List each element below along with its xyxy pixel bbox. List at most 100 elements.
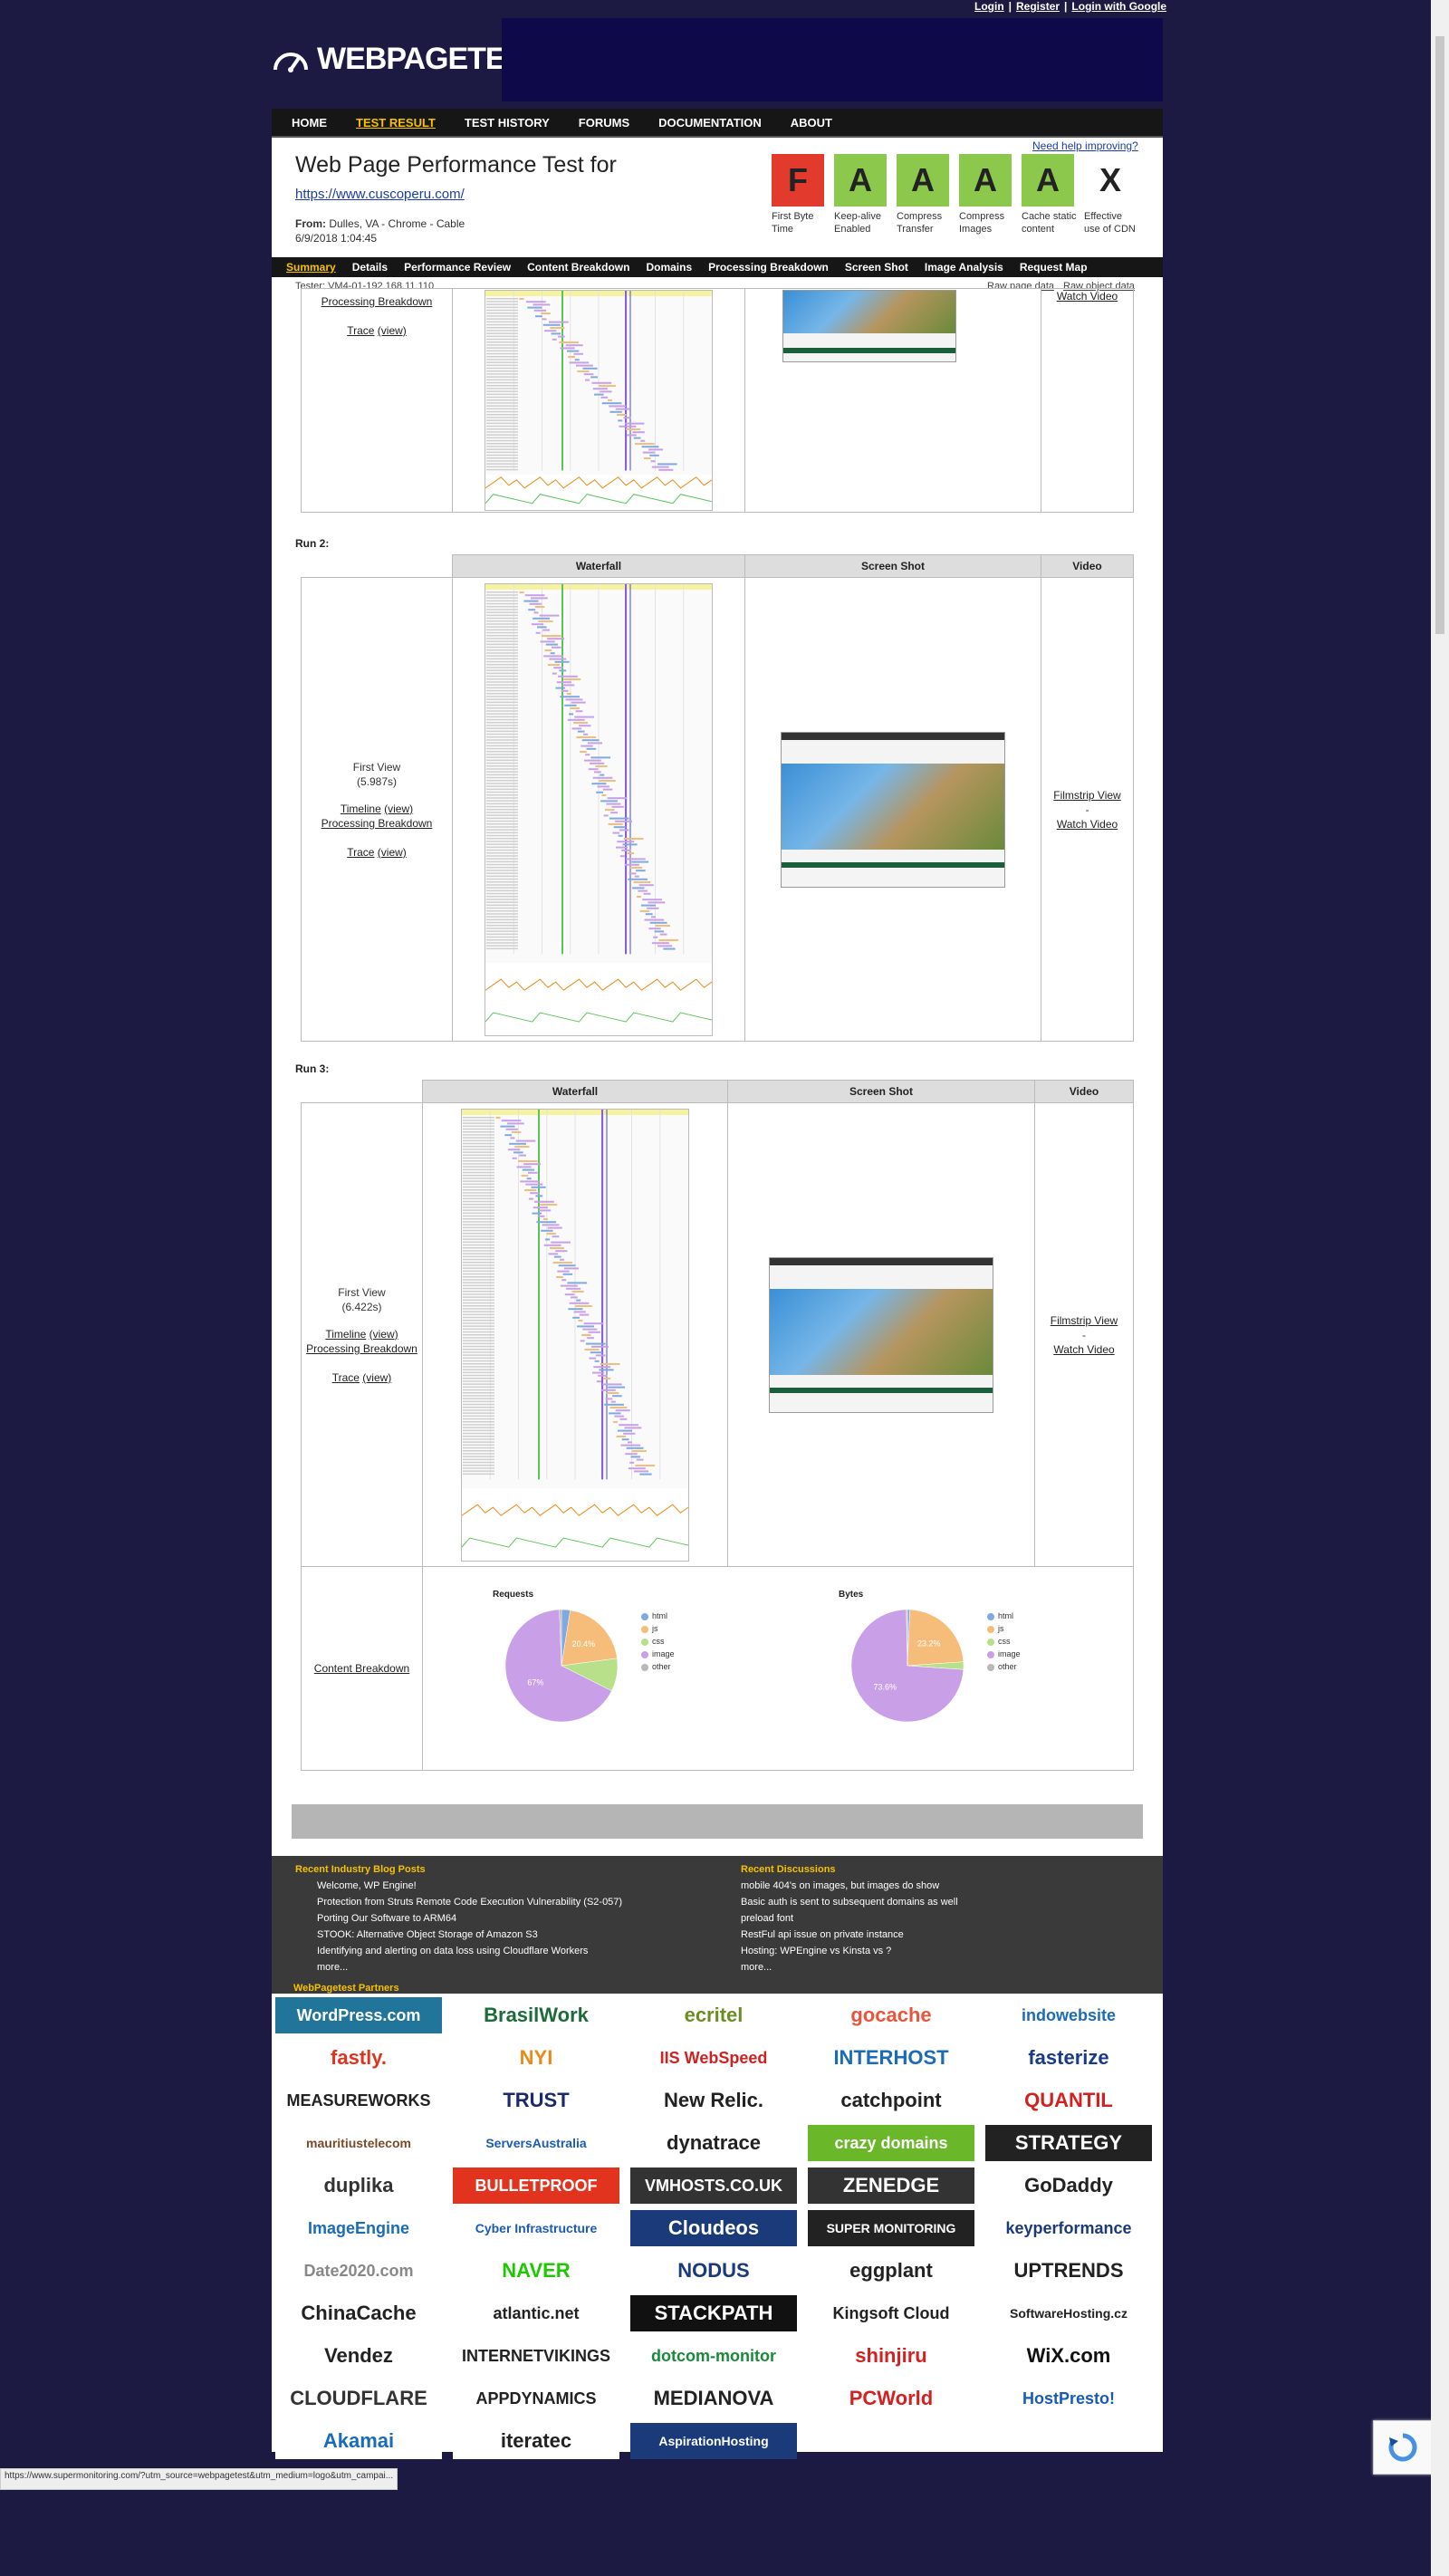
partner-logo[interactable]: Cloudeos bbox=[630, 2210, 797, 2246]
partner-logo[interactable]: Date2020.com bbox=[275, 2253, 442, 2289]
partner-logo[interactable]: MEASUREWORKS bbox=[275, 2082, 442, 2119]
run1-trace-link[interactable]: Trace bbox=[347, 324, 374, 337]
nav-forums[interactable]: FORUMS bbox=[579, 116, 629, 130]
partner-logo[interactable]: fastly. bbox=[275, 2040, 442, 2076]
partner-logo[interactable]: SoftwareHosting.cz bbox=[985, 2295, 1152, 2331]
register-link[interactable]: Register bbox=[1016, 0, 1060, 13]
run2-filmstrip-link[interactable]: Filmstrip View bbox=[1042, 788, 1132, 803]
blog-post-link[interactable]: Identifying and alerting on data loss us… bbox=[317, 1943, 622, 1959]
partner-logo[interactable]: ChinaCache bbox=[275, 2295, 442, 2331]
blog-post-link[interactable]: Porting Our Software to ARM64 bbox=[317, 1910, 622, 1927]
scrollbar-thumb[interactable] bbox=[1435, 36, 1444, 634]
partner-logo[interactable]: dynatrace bbox=[630, 2125, 797, 2161]
grade-keep-alive[interactable]: A Keep-alive Enabled bbox=[834, 154, 890, 235]
nav-about[interactable]: ABOUT bbox=[791, 116, 832, 130]
run1-processing-link[interactable]: Processing Breakdown bbox=[302, 294, 451, 309]
run2-watch-video-link[interactable]: Watch Video bbox=[1042, 817, 1132, 831]
partner-logo[interactable]: GoDaddy bbox=[985, 2167, 1152, 2204]
nav-documentation[interactable]: DOCUMENTATION bbox=[658, 116, 762, 130]
discussion-link[interactable]: RestFul api issue on private instance bbox=[741, 1927, 958, 1943]
partner-logo[interactable]: WordPress.com bbox=[275, 1997, 442, 2033]
blog-post-link[interactable]: STOOK: Alternative Object Storage of Ama… bbox=[317, 1927, 622, 1943]
partner-logo[interactable]: BULLETPROOF bbox=[453, 2167, 619, 2204]
grade-cdn[interactable]: X Effective use of CDN bbox=[1084, 154, 1140, 235]
tab-request-map[interactable]: Request Map bbox=[1020, 261, 1088, 274]
run2-screenshot[interactable] bbox=[781, 731, 1005, 888]
nav-home[interactable]: HOME bbox=[292, 116, 327, 130]
tab-performance-review[interactable]: Performance Review bbox=[404, 261, 511, 274]
partner-logo[interactable]: CLOUDFLARE bbox=[275, 2380, 442, 2417]
run2-trace-view-link[interactable]: (view) bbox=[378, 846, 407, 859]
grade-compress-images[interactable]: A Compress Images bbox=[959, 154, 1015, 235]
partner-logo[interactable]: NYI bbox=[453, 2040, 619, 2076]
run3-screenshot[interactable] bbox=[769, 1256, 993, 1413]
vertical-scrollbar[interactable] bbox=[1431, 0, 1449, 2576]
partner-logo[interactable]: gocache bbox=[808, 1997, 974, 2033]
partner-logo[interactable]: MEDIANOVA bbox=[630, 2380, 797, 2417]
partner-logo[interactable]: HostPresto! bbox=[985, 2380, 1152, 2417]
partner-logo[interactable]: NODUS bbox=[630, 2253, 797, 2289]
partner-logo[interactable]: ZENEDGE bbox=[808, 2167, 974, 2204]
tab-image-analysis[interactable]: Image Analysis bbox=[925, 261, 1003, 274]
partner-logo[interactable]: UPTRENDS bbox=[985, 2253, 1152, 2289]
partner-logo[interactable]: fasterize bbox=[985, 2040, 1152, 2076]
partner-logo[interactable]: keyperformance bbox=[985, 2210, 1152, 2246]
partner-logo[interactable]: VMHOSTS.CO.UK bbox=[630, 2167, 797, 2204]
login-link[interactable]: Login bbox=[974, 0, 1004, 13]
run3-waterfall-chart[interactable] bbox=[461, 1108, 689, 1562]
partner-logo[interactable]: eggplant bbox=[808, 2253, 974, 2289]
partner-logo[interactable]: atlantic.net bbox=[453, 2295, 619, 2331]
grade-compress-transfer[interactable]: A Compress Transfer bbox=[897, 154, 953, 235]
partner-logo[interactable]: IIS WebSpeed bbox=[630, 2040, 797, 2076]
partner-logo[interactable]: Akamai bbox=[275, 2423, 442, 2459]
tested-url-link[interactable]: https://www.cuscoperu.com/ bbox=[295, 187, 465, 202]
discussion-link[interactable]: Basic auth is sent to subsequent domains… bbox=[741, 1894, 958, 1910]
partner-logo[interactable]: AspirationHosting bbox=[630, 2423, 797, 2459]
run2-processing-link[interactable]: Processing Breakdown bbox=[302, 816, 451, 831]
partner-logo[interactable]: INTERNETVIKINGS bbox=[453, 2338, 619, 2374]
partner-logo[interactable]: ecritel bbox=[630, 1997, 797, 2033]
run2-timeline-link[interactable]: Timeline bbox=[341, 803, 381, 815]
run2-waterfall-chart[interactable] bbox=[485, 582, 713, 1036]
partner-logo[interactable]: shinjiru bbox=[808, 2338, 974, 2374]
partner-logo[interactable]: INTERHOST bbox=[808, 2040, 974, 2076]
partner-logo[interactable]: QUANTIL bbox=[985, 2082, 1152, 2119]
partner-logo[interactable]: New Relic. bbox=[630, 2082, 797, 2119]
run1-screenshot[interactable] bbox=[782, 290, 956, 362]
partner-logo[interactable]: APPDYNAMICS bbox=[453, 2380, 619, 2417]
discussion-link[interactable]: Hosting: WPEngine vs Kinsta vs ? bbox=[741, 1943, 958, 1959]
tab-content-breakdown[interactable]: Content Breakdown bbox=[527, 261, 629, 274]
blog-post-link[interactable]: Protection from Struts Remote Code Execu… bbox=[317, 1894, 622, 1910]
partner-logo[interactable]: STACKPATH bbox=[630, 2295, 797, 2331]
recaptcha-badge[interactable] bbox=[1373, 2420, 1433, 2475]
partner-logo[interactable]: SUPER MONITORING bbox=[808, 2210, 974, 2246]
run1-trace-view-link[interactable]: (view) bbox=[378, 324, 407, 337]
grade-cache-static[interactable]: A Cache static content bbox=[1022, 154, 1078, 235]
run3-trace-link[interactable]: Trace bbox=[332, 1371, 360, 1384]
need-help-link[interactable]: Need help improving? bbox=[1032, 139, 1138, 152]
tab-summary[interactable]: Summary bbox=[286, 261, 336, 274]
partner-logo[interactable]: WiX.com bbox=[985, 2338, 1152, 2374]
partner-logo[interactable]: NAVER bbox=[453, 2253, 619, 2289]
partner-logo[interactable]: mauritiustelecom bbox=[275, 2125, 442, 2161]
login-google-link[interactable]: Login with Google bbox=[1071, 0, 1166, 13]
nav-test-result[interactable]: TEST RESULT bbox=[356, 116, 436, 130]
partner-logo[interactable]: ImageEngine bbox=[275, 2210, 442, 2246]
discussions-more-link[interactable]: more... bbox=[741, 1959, 958, 1975]
run1-waterfall-chart[interactable] bbox=[485, 290, 713, 511]
discussion-link[interactable]: mobile 404's on images, but images do sh… bbox=[741, 1878, 958, 1894]
ad-banner[interactable] bbox=[502, 18, 1163, 101]
run3-timeline-link[interactable]: Timeline bbox=[325, 1328, 366, 1341]
partner-logo[interactable]: TRUST bbox=[453, 2082, 619, 2119]
run2-timeline-view-link[interactable]: (view) bbox=[384, 803, 413, 815]
blog-more-link[interactable]: more... bbox=[317, 1959, 622, 1975]
content-breakdown-link[interactable]: Content Breakdown bbox=[302, 1661, 421, 1676]
partner-logo[interactable]: Kingsoft Cloud bbox=[808, 2295, 974, 2331]
tab-processing-breakdown[interactable]: Processing Breakdown bbox=[708, 261, 829, 274]
partner-logo[interactable]: indowebsite bbox=[985, 1997, 1152, 2033]
partner-logo[interactable]: ServersAustralia bbox=[453, 2125, 619, 2161]
run1-watch-video-link[interactable]: Watch Video bbox=[1042, 289, 1132, 303]
discussion-link[interactable]: preload font bbox=[741, 1910, 958, 1927]
grade-first-byte[interactable]: F First Byte Time bbox=[772, 154, 828, 235]
tab-domains[interactable]: Domains bbox=[646, 261, 692, 274]
